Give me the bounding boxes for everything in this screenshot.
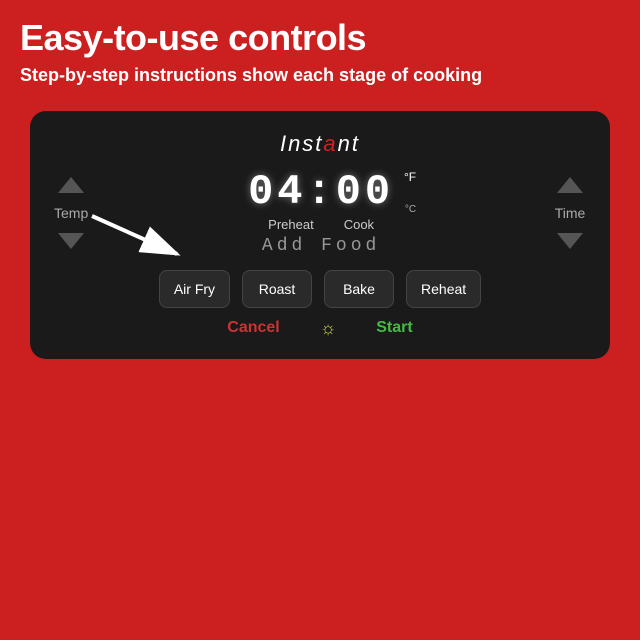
start-button[interactable]: Start xyxy=(376,319,412,337)
time-label: Time xyxy=(555,205,586,221)
function-buttons-row: Air Fry Roast Bake Reheat xyxy=(54,270,586,308)
roast-button[interactable]: Roast xyxy=(242,270,312,308)
time-display: 04:00 xyxy=(248,168,394,216)
time-up-button[interactable] xyxy=(554,171,586,199)
cancel-button[interactable]: Cancel xyxy=(227,319,279,337)
time-up-icon xyxy=(557,177,583,193)
arrow-annotation xyxy=(82,206,202,266)
main-title: Easy-to-use controls xyxy=(20,18,620,58)
temp-up-button[interactable] xyxy=(55,171,87,199)
bake-button[interactable]: Bake xyxy=(324,270,394,308)
preheat-label: Preheat xyxy=(268,217,314,232)
time-section: Time xyxy=(554,171,586,255)
cook-unit: °C xyxy=(405,204,416,215)
add-food-text: Add Food xyxy=(262,236,380,256)
reheat-button[interactable]: Reheat xyxy=(406,270,481,308)
bottom-row: Cancel ☼ Start xyxy=(54,318,586,339)
device-panel: Instant Temp 04:00 °F xyxy=(30,111,610,359)
time-down-icon xyxy=(557,233,583,249)
air-fry-button[interactable]: Air Fry xyxy=(159,270,230,308)
brand-o: a xyxy=(323,131,337,156)
temp-down-icon xyxy=(58,233,84,249)
subtitle: Step-by-step instructions show each stag… xyxy=(20,64,620,87)
display-labels: Preheat Cook xyxy=(268,217,374,232)
time-down-button[interactable] xyxy=(554,227,586,255)
temp-up-icon xyxy=(58,177,84,193)
header-section: Easy-to-use controls Step-by-step instru… xyxy=(0,0,640,97)
brand-name: Instant xyxy=(54,131,586,157)
light-button[interactable]: ☼ xyxy=(320,318,337,339)
temp-unit: °F xyxy=(404,171,416,183)
cook-label: Cook xyxy=(344,217,374,232)
